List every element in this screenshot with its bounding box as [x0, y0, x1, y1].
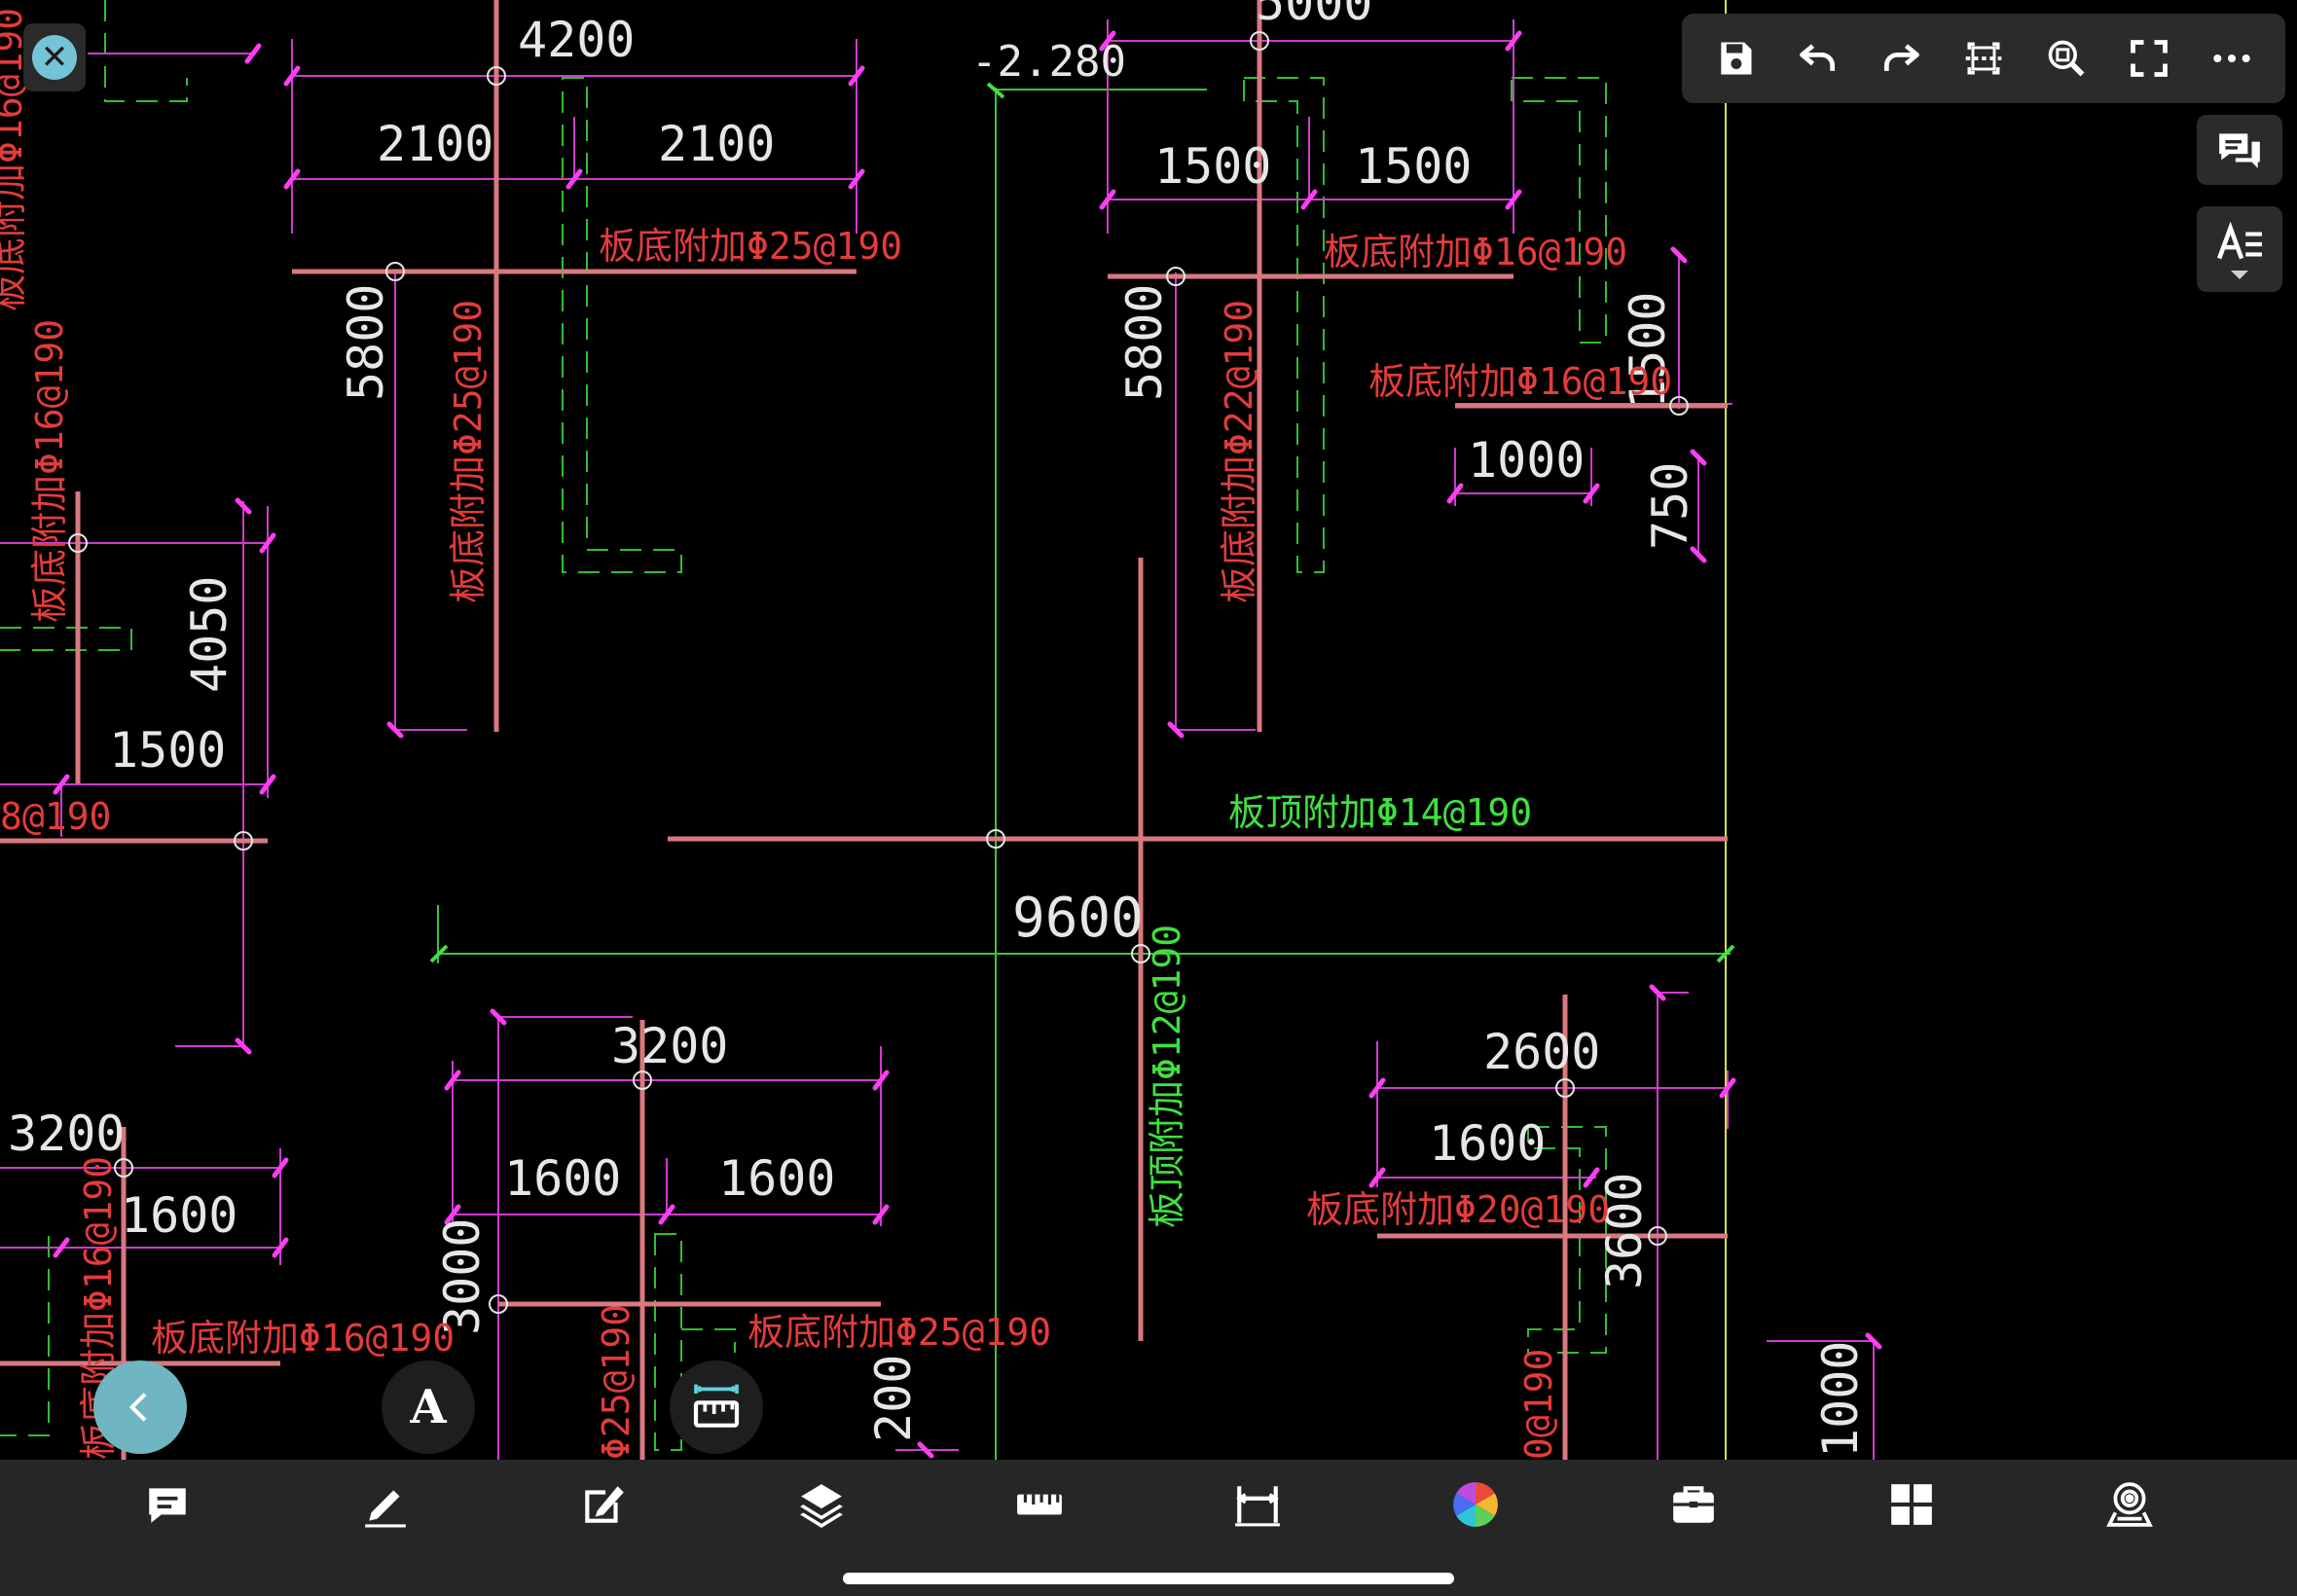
- dim-text: 1000: [1812, 1341, 1869, 1458]
- fullscreen-icon: [2131, 40, 2169, 77]
- dashed-outlines: [0, 0, 1607, 1451]
- redo-button[interactable]: [1870, 27, 1932, 90]
- drawing-canvas[interactable]: 4200 2100 2100 -2.280 5000 1500 1500 580…: [0, 0, 2297, 1460]
- viewer-3d-icon: [2106, 1482, 2153, 1527]
- dimension-icon: [1235, 1486, 1280, 1527]
- undo-button[interactable]: [1787, 27, 1849, 90]
- rebar-label: 板底附加Φ25@190: [747, 1311, 1051, 1354]
- rebar-label: 板底附加Φ20@190: [1306, 1188, 1610, 1231]
- ruler-icon: [1017, 1494, 1062, 1515]
- dimension-tab[interactable]: [1222, 1469, 1293, 1540]
- more-button[interactable]: [2201, 27, 2263, 90]
- rebar-labels: 板底附加Φ25@190 板底附加Φ16@190 板底附加Φ16@190 板底附加…: [0, 8, 1672, 1460]
- fullscreen-button[interactable]: [2118, 27, 2180, 90]
- text-style-button[interactable]: [2197, 206, 2282, 292]
- pencil-icon: [365, 1490, 406, 1528]
- redo-icon: [1883, 44, 1919, 71]
- dim-text: 4050: [181, 576, 237, 693]
- bottom-tab-bar: [0, 1460, 2297, 1596]
- cad-drawing[interactable]: 4200 2100 2100 -2.280 5000 1500 1500 580…: [0, 0, 2297, 1460]
- text-tool-button[interactable]: A: [382, 1360, 475, 1454]
- rebar-label: 板底附加Φ16@190: [151, 1317, 455, 1360]
- zoom-extent-button[interactable]: [2035, 27, 2097, 90]
- comment-list-button[interactable]: [2197, 115, 2282, 185]
- dim-text: 2100: [377, 116, 493, 172]
- home-indicator: [843, 1573, 1454, 1584]
- dim-text: 1600: [718, 1150, 835, 1207]
- text-style-icon: [2217, 221, 2262, 259]
- dim-text: 3200: [8, 1106, 125, 1162]
- crop-region-button[interactable]: [1952, 27, 2015, 90]
- layers-tab[interactable]: [786, 1469, 857, 1540]
- dim-text: 750: [1642, 462, 1698, 550]
- dim-text: 1000: [1468, 432, 1585, 489]
- color-wheel-icon: [1453, 1482, 1498, 1527]
- dim-text: 9600: [1012, 887, 1144, 950]
- rebar-label: 板底附加Φ25@190: [447, 300, 490, 603]
- chevron-left-icon: [128, 1393, 147, 1422]
- collapse-panel-button[interactable]: [93, 1360, 187, 1454]
- more-icon: [2213, 54, 2251, 63]
- layers-icon: [800, 1484, 843, 1528]
- dim-text: 1500: [1154, 138, 1271, 195]
- rebar-label: 板顶附加Φ12@190: [1146, 925, 1188, 1228]
- annotation-icon: [149, 1488, 186, 1523]
- chevron-down-icon: [2231, 270, 2248, 279]
- dim-text: 1500: [1355, 138, 1472, 195]
- comment-list-icon: [2219, 133, 2260, 168]
- dim-text: 2100: [658, 116, 775, 172]
- dim-text: 3200: [611, 1018, 728, 1074]
- dim-text: 5800: [1116, 284, 1173, 401]
- dim-text: 1500: [109, 722, 226, 779]
- dim-text: 1600: [121, 1187, 237, 1244]
- close-icon: ✕: [32, 35, 77, 80]
- rebar-label: 板底附加Φ16@190: [1368, 360, 1672, 403]
- rebar-label: 0@190: [1517, 1349, 1560, 1460]
- toolbox-icon: [1673, 1486, 1714, 1523]
- top-toolbar: [1682, 14, 2285, 103]
- rebar-label: 板底附加Φ16@190: [28, 319, 71, 623]
- undo-icon: [1799, 44, 1835, 71]
- rebar-label: 板底附加Φ25@190: [599, 225, 902, 268]
- dim-text: 5800: [338, 284, 394, 401]
- measure-tool-button[interactable]: [670, 1360, 763, 1454]
- dim-text: 1600: [1429, 1115, 1546, 1172]
- save-icon: [1720, 42, 1752, 75]
- dim-text: 5000: [1256, 0, 1372, 31]
- crop-region-icon: [1965, 42, 2002, 75]
- rebar-label: 板顶附加Φ14@190: [1228, 791, 1532, 834]
- color-tab[interactable]: [1440, 1469, 1511, 1540]
- toolbox-tab[interactable]: [1659, 1469, 1729, 1540]
- rebar-label: 8@190: [0, 795, 111, 838]
- dim-text: 4200: [518, 12, 635, 68]
- measure-ruler-icon: [693, 1384, 740, 1428]
- rebar-label: Φ25@190: [595, 1304, 638, 1460]
- pencil-tab[interactable]: [350, 1469, 420, 1540]
- edit-tab[interactable]: [568, 1469, 638, 1540]
- annotation-tab[interactable]: [132, 1469, 202, 1540]
- dim-text: 1600: [504, 1150, 621, 1207]
- dim-text: -2.280: [971, 37, 1126, 87]
- save-button[interactable]: [1704, 27, 1767, 90]
- rebar-label: 板底附加Φ16@190: [1324, 231, 1627, 273]
- dim-text: 2600: [1483, 1024, 1600, 1080]
- grid-icon: [1891, 1484, 1932, 1525]
- dim-text: 200: [865, 1355, 922, 1442]
- viewer-3d-tab[interactable]: [2095, 1469, 2165, 1540]
- rebar-label: 板底附加Φ22@190: [1218, 300, 1260, 603]
- ruler-tab[interactable]: [1004, 1469, 1075, 1540]
- zoom-extent-icon: [2048, 40, 2085, 77]
- grid-tab[interactable]: [1877, 1469, 1947, 1540]
- edit-icon: [585, 1486, 624, 1523]
- close-button[interactable]: ✕: [23, 23, 86, 91]
- reinforcement-bars: [0, 0, 1728, 1460]
